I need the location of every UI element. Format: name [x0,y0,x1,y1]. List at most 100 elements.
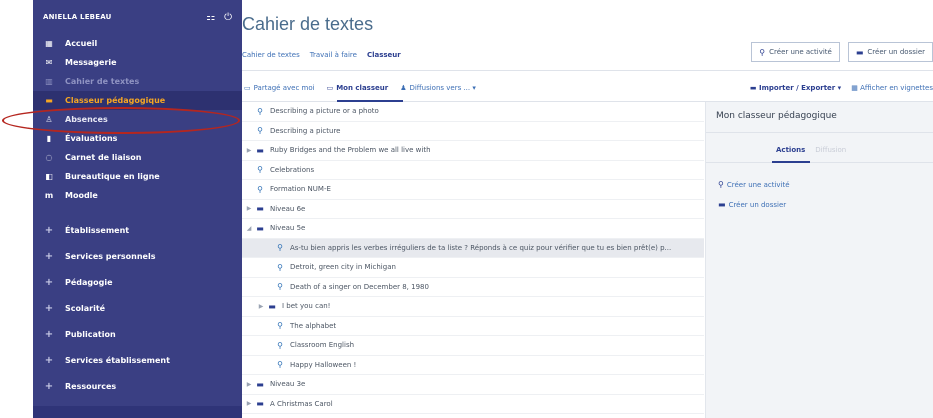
sidebar-section-scolarite[interactable]: + Scolarité [33,295,242,321]
top-actions: ⚲ Créer une activité ▬ Créer un dossier [751,42,933,62]
thumbnail-view-toggle[interactable]: ▦ Afficher en vignettes [851,84,933,92]
sidebar-item-messagerie[interactable]: ✉ Messagerie [33,53,242,72]
expand-caret-icon[interactable]: ▶ [256,303,266,310]
folder-row[interactable]: ▶ ▬ A Christmas Carol [242,395,704,414]
sidebar-item-label: Évaluations [65,134,118,143]
folder-icon: ▬ [749,84,757,92]
plus-icon: + [44,328,54,340]
evaluations-icon: ▮ [46,134,52,143]
sidebar-section-pedagogie[interactable]: + Pédagogie [33,269,242,295]
activity-icon: ⚲ [257,126,263,136]
panel-title: Mon classeur pédagogique [716,111,837,121]
panel-create-activity-link[interactable]: ⚲ Créer une activité [718,180,790,189]
sidebar-section-services-personnels[interactable]: + Services personnels [33,243,242,269]
sidebar-item-label: Bureautique en ligne [65,172,160,181]
sidebar-item-accueil[interactable]: ▦ Accueil [33,34,242,53]
tree-item-label: Detroit, green city in Michigan [290,263,396,272]
sidebar-item-classeur-pedagogique[interactable]: ▬ Classeur pédagogique [33,91,242,110]
sidebar-item-absences[interactable]: ♙ Absences [33,110,242,129]
activity-row[interactable]: ⚲ As-tu bien appris les verbes irrégulier… [242,238,704,258]
expand-caret-icon[interactable]: ▶ [244,381,254,388]
import-export-menu[interactable]: ▬ Importer / Exporter ▾ [750,84,841,92]
tree-item-label: Niveau 6e [270,204,306,213]
activity-row[interactable]: ⚲ Happy Halloween ! [242,356,704,375]
tab-broadcasts[interactable]: ♟ Diffusions vers ... ▾ [400,84,476,92]
plus-icon: + [44,276,54,288]
folder-icon: ▬ [718,200,726,209]
messagerie-icon: ✉ [45,58,53,67]
tree-item-label: As-tu bien appris les verbes irréguliers… [290,243,672,252]
users-icon: ♟ [400,84,407,92]
tree-item-label: Describing a picture or a photo [270,107,379,116]
plus-icon: + [44,354,54,366]
panel-tab-actions[interactable]: Actions [776,146,805,154]
folder-row[interactable]: ▶ ▬ Ruby Bridges and the Problem we all li… [242,141,704,161]
sidebar-item-carnet-de-liaison[interactable]: ◌ Carnet de liaison [33,148,242,167]
sidebar-item-cahier-de-textes[interactable]: ▥ Cahier de textes [33,72,242,91]
tree-item-label: Describing a picture [270,126,341,135]
activity-icon: ⚲ [718,180,724,189]
activity-row[interactable]: ⚲ Describing a picture or a photo [242,102,704,122]
cahier-de-textes-icon: ▥ [45,77,53,86]
activity-row[interactable]: ⚲ Formation NUM-E [242,180,704,200]
activity-row[interactable]: ⚲ Death of a singer on December 8, 1980 [242,278,704,297]
sidebar-section-services-etablissement[interactable]: + Services établissement [33,347,242,373]
sidebar-section-label: Établissement [65,225,130,235]
sidebar-section-label: Services établissement [65,355,170,365]
sidebar-section-publication[interactable]: + Publication [33,321,242,347]
expand-caret-icon[interactable]: ▶ [244,400,254,407]
sidebar-item-moodle[interactable]: m Moodle [33,186,242,205]
folder-outline-icon: ▭ [244,84,251,92]
power-icon[interactable]: ⏻ [224,12,232,23]
panel-tab-diffusion[interactable]: Diffusion [815,146,846,154]
subtab-travail-a-faire[interactable]: Travail à faire [310,51,357,59]
subtab-classeur[interactable]: Classeur [367,51,401,59]
tree-item-label: Classroom English [290,341,355,350]
create-activity-button[interactable]: ⚲ Créer une activité [751,42,840,62]
folder-icon: ▬ [268,301,276,311]
activity-icon: ⚲ [257,106,263,116]
plus-icon: + [44,224,54,236]
plus-icon: + [44,380,54,392]
sidebar-item-evaluations[interactable]: ▮ Évaluations [33,129,242,148]
sidebar: ANIELLA LEBEAU ⚏ ⏻ ▦ Accueil ✉ Messagerie ▥ C… [33,0,242,418]
tab-mon-classeur[interactable]: ▭ Mon classeur [327,84,389,92]
create-folder-button[interactable]: ▬ Créer un dossier [847,42,933,62]
activity-row[interactable]: ⚲ The alphabet [242,317,704,336]
subtab-cahier-de-textes[interactable]: Cahier de textes [242,51,300,59]
folder-icon: ▬ [855,47,864,57]
activity-row[interactable]: ⚲ Classroom English [242,336,704,356]
folder-row[interactable]: ▶ ▬ Niveau 6e [242,200,704,219]
folder-row[interactable]: ◢ ▬ Niveau 5e [242,219,704,239]
sidebar-section-etablissement[interactable]: + Établissement [33,217,242,243]
activity-icon: ⚲ [277,360,283,370]
sidebar-section-label: Scolarité [65,303,106,313]
bureautique-en-ligne-icon: ◧ [45,172,53,181]
moodle-icon: m [44,191,54,200]
sidebar-section-ressources[interactable]: + Ressources [33,373,242,399]
folder-row[interactable]: ▶ ▬ Niveau 3e [242,375,704,395]
details-panel: Mon classeur pédagogique Actions Diffusi… [705,102,933,418]
sidebar-item-bureautique-en-ligne[interactable]: ◧ Bureautique en ligne [33,167,242,186]
sidebar-section-label: Publication [65,329,116,339]
folder-outline-icon: ▭ [326,84,334,92]
plus-icon: + [44,302,54,314]
expand-caret-icon[interactable]: ▶ [244,205,254,212]
activity-icon: ⚲ [277,340,283,350]
activity-row[interactable]: ⚲ Describing a picture [242,122,704,141]
panel-create-folder-link[interactable]: ▬ Créer un dossier [718,200,790,209]
tree-item-label: Niveau 3e [270,380,306,389]
tab-shared[interactable]: ▭ Partagé avec moi [244,84,315,92]
activity-icon: ⚲ [257,165,263,175]
activity-icon: ⚲ [257,184,263,194]
tree-item-label: Ruby Bridges and the Problem we all live… [270,146,431,155]
activity-row[interactable]: ⚲ Detroit, green city in Michigan [242,258,704,278]
folder-icon: ▬ [256,399,264,409]
sidebar-item-label: Moodle [65,191,98,200]
expand-caret-icon[interactable]: ◢ [244,225,254,232]
tree-item-label: Death of a singer on December 8, 1980 [290,282,429,291]
menu-toggle-icon[interactable]: ⚏ [206,12,215,23]
expand-caret-icon[interactable]: ▶ [244,147,254,154]
folder-row[interactable]: ▶ ▬ I bet you can! [242,297,704,317]
activity-row[interactable]: ⚲ Celebrations [242,161,704,180]
